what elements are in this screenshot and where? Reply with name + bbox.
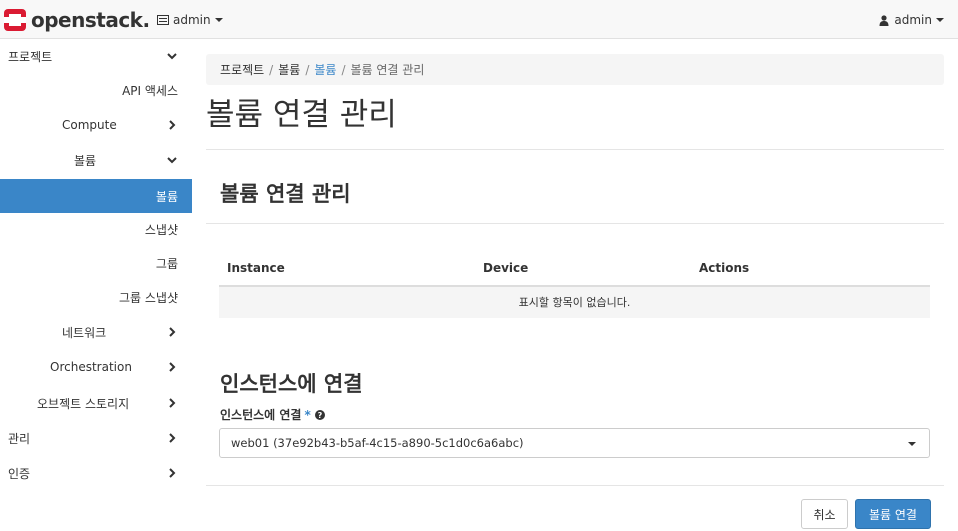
page-title: 볼륨 연결 관리 — [206, 97, 397, 133]
sidebar-item-groups[interactable]: 그룹 — [0, 246, 192, 280]
svg-text:?: ? — [317, 411, 322, 420]
sidebar-item-group-snapshots[interactable]: 그룹 스냅샷 — [0, 280, 192, 314]
sidebar-item-identity[interactable]: 인증 — [0, 456, 192, 490]
project-switcher-label: admin — [173, 13, 211, 27]
breadcrumb-separator: / — [305, 62, 310, 77]
chevron-down-icon — [167, 53, 177, 60]
attach-section-title: 인스턴스에 연결 — [220, 372, 363, 396]
main-content: 프로젝트 / 볼륨 / 볼륨 / 볼륨 연결 관리 볼륨 연결 관리 볼륨 연결… — [192, 39, 958, 531]
column-header-instance: Instance — [227, 261, 285, 275]
breadcrumb: 프로젝트 / 볼륨 / 볼륨 / 볼륨 연결 관리 — [206, 54, 944, 85]
sidebar-item-label: Orchestration — [50, 360, 132, 374]
chevron-right-icon — [169, 468, 176, 478]
sidebar-item-network[interactable]: 네트워크 — [0, 315, 192, 349]
sidebar-item-label: 볼륨 — [155, 189, 178, 204]
sidebar-item-orchestration[interactable]: Orchestration — [0, 350, 192, 384]
sidebar-item-label: 관리 — [8, 431, 31, 446]
attach-instance-select[interactable]: web01 (37e92b43-b5af-4c15-a890-5c1d0c6a6… — [219, 428, 930, 458]
attach-instance-label: 인스턴스에 연결 * ? — [220, 406, 325, 423]
chevron-right-icon — [169, 398, 176, 408]
caret-down-icon — [936, 18, 944, 22]
chevron-right-icon — [169, 433, 176, 443]
attachments-table: Instance Device Actions 표시할 항목이 없습니다. — [219, 253, 930, 318]
attach-instance-selected-value: web01 (37e92b43-b5af-4c15-a890-5c1d0c6a6… — [231, 436, 524, 450]
breadcrumb-separator: / — [269, 62, 274, 77]
sidebar-item-label: 인증 — [8, 466, 31, 481]
sidebar-item-project[interactable]: 프로젝트 — [0, 39, 192, 73]
question-circle-icon[interactable]: ? — [314, 409, 325, 420]
sidebar-item-label: 그룹 — [155, 256, 178, 271]
cancel-button[interactable]: 취소 — [801, 499, 848, 529]
breadcrumb-item-project[interactable]: 프로젝트 — [220, 61, 264, 78]
user-menu-label: admin — [894, 13, 932, 27]
user-menu[interactable]: admin — [879, 13, 944, 27]
divider — [206, 223, 944, 224]
sidebar-item-api-access[interactable]: API 액세스 — [0, 73, 192, 107]
modal-title: 볼륨 연결 관리 — [220, 182, 351, 206]
chevron-right-icon — [169, 362, 176, 372]
sidebar-item-label: Compute — [62, 118, 117, 132]
sidebar-item-volumes-group[interactable]: 볼륨 — [0, 143, 192, 177]
attach-instance-label-text: 인스턴스에 연결 — [220, 408, 302, 422]
caret-down-icon — [908, 442, 916, 446]
required-asterisk: * — [304, 407, 311, 422]
caret-down-icon — [214, 18, 223, 22]
sidebar-item-label: API 액세스 — [122, 83, 178, 98]
openstack-logo[interactable]: openstack. — [3, 7, 150, 33]
openstack-logo-icon — [4, 9, 26, 31]
breadcrumb-item-volumes[interactable]: 볼륨 — [314, 61, 336, 78]
breadcrumb-item-volume-group[interactable]: 볼륨 — [278, 61, 300, 78]
breadcrumb-separator: / — [341, 62, 346, 77]
column-header-actions: Actions — [699, 261, 750, 275]
table-empty-message: 표시할 항목이 없습니다. — [219, 287, 930, 318]
breadcrumb-item-current: 볼륨 연결 관리 — [350, 63, 425, 77]
user-icon — [879, 14, 889, 26]
sidebar-item-label: 볼륨 — [74, 153, 97, 168]
column-header-device: Device — [483, 261, 529, 275]
brand-name: openstack. — [31, 8, 150, 32]
sidebar-item-volumes[interactable]: 볼륨 — [0, 179, 192, 213]
chevron-right-icon — [169, 327, 176, 337]
sidebar-item-snapshots[interactable]: 스냅샷 — [0, 212, 192, 246]
sidebar-item-admin[interactable]: 관리 — [0, 421, 192, 455]
chevron-right-icon — [169, 120, 176, 130]
sidebar-item-object-store[interactable]: 오브젝트 스토리지 — [0, 386, 192, 420]
sidebar-item-label: 스냅샷 — [144, 222, 178, 237]
project-switcher[interactable]: admin — [157, 13, 223, 27]
top-navbar: openstack. admin admin — [0, 0, 958, 39]
table-header-row: Instance Device Actions — [219, 253, 930, 287]
sidebar-item-label: 프로젝트 — [8, 49, 53, 64]
attach-volume-button[interactable]: 볼륨 연결 — [855, 499, 931, 529]
chevron-down-icon — [167, 157, 177, 164]
divider — [206, 485, 944, 486]
divider — [206, 149, 944, 150]
sidebar-item-label: 그룹 스냅샷 — [118, 290, 178, 305]
sidebar-item-label: 오브젝트 스토리지 — [37, 396, 130, 411]
sidebar: 프로젝트 API 액세스 Compute 볼륨 볼륨 스냅샷 그룹 그룹 스냅샷… — [0, 39, 192, 531]
sidebar-item-compute[interactable]: Compute — [0, 108, 192, 142]
project-list-icon — [157, 15, 169, 25]
sidebar-item-label: 네트워크 — [62, 325, 107, 340]
